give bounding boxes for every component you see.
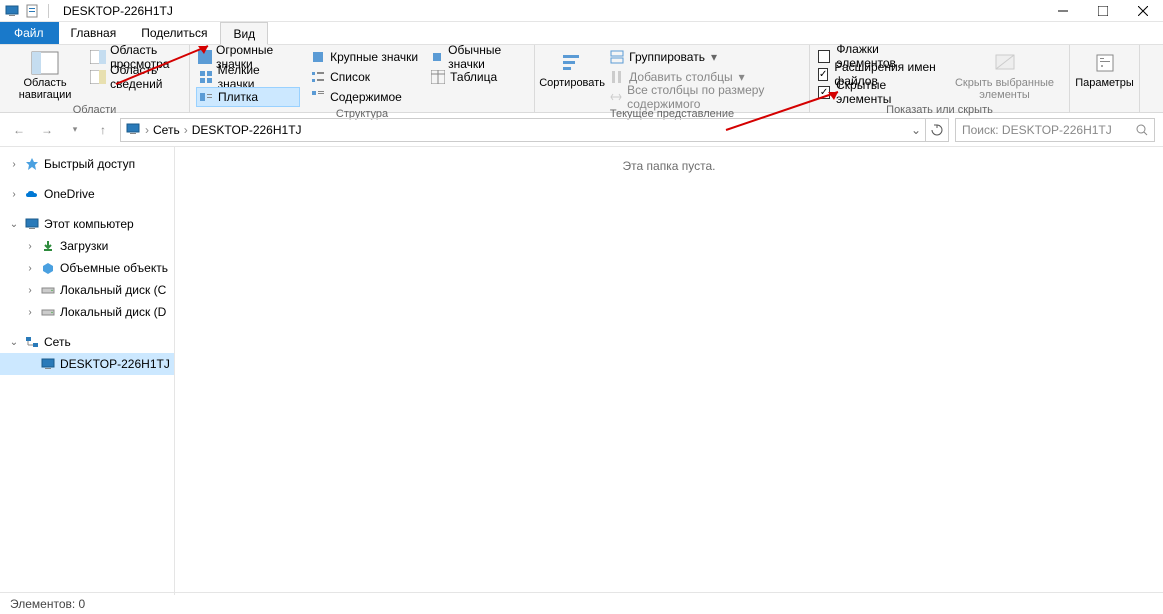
minimize-button[interactable] — [1043, 0, 1083, 22]
status-items: Элементов: 0 — [10, 597, 85, 611]
layout-large[interactable]: Крупные значки — [308, 47, 420, 67]
panes-group-label: Области — [6, 103, 183, 117]
cloud-icon — [24, 186, 40, 202]
breadcrumb[interactable]: › Сеть › DESKTOP-226H1TJ ⌄ — [120, 118, 926, 142]
computer-icon — [40, 356, 56, 372]
up-button[interactable]: ↑ — [92, 119, 114, 141]
maximize-button[interactable] — [1083, 0, 1123, 22]
computer-icon — [125, 122, 141, 138]
content-area: Эта папка пуста. — [175, 147, 1163, 595]
options-button[interactable]: Параметры — [1076, 47, 1133, 91]
tab-home[interactable]: Главная — [59, 22, 130, 44]
window-title: DESKTOP-226H1TJ — [63, 4, 173, 18]
star-icon — [24, 156, 40, 172]
drive-icon — [40, 282, 56, 298]
sidebar-this-pc[interactable]: ⌄ Этот компьютер — [0, 213, 174, 235]
options-icon — [1089, 49, 1121, 77]
addressbar: ← → ▾ ↑ › Сеть › DESKTOP-226H1TJ ⌄ Поиск… — [0, 113, 1163, 147]
search-input[interactable]: Поиск: DESKTOP-226H1TJ — [955, 118, 1155, 142]
sort-button[interactable]: Сортировать — [541, 47, 603, 91]
details-pane-icon — [90, 69, 106, 85]
layout-tiles[interactable]: Плитка — [196, 87, 300, 107]
sidebar-network[interactable]: ⌄ Сеть — [0, 331, 174, 353]
empty-folder-text: Эта папка пуста. — [623, 159, 716, 595]
sidebar-3d-objects[interactable]: › Объемные объекть — [0, 257, 174, 279]
downloads-icon — [40, 238, 56, 254]
search-icon — [1136, 124, 1148, 136]
tab-view[interactable]: Вид — [220, 22, 268, 45]
recent-button[interactable]: ▾ — [64, 119, 86, 141]
dropdown-icon[interactable]: ⌄ — [911, 123, 921, 137]
computer-icon — [24, 216, 40, 232]
close-button[interactable] — [1123, 0, 1163, 22]
layout-medium[interactable]: Обычные значки — [428, 47, 528, 67]
layout-content[interactable]: Содержимое — [308, 87, 420, 107]
layout-list[interactable]: Список — [308, 67, 420, 87]
breadcrumb-host[interactable]: DESKTOP-226H1TJ — [192, 123, 302, 137]
nav-pane-icon — [29, 49, 61, 77]
sort-icon — [556, 49, 588, 77]
hide-selected-button[interactable]: Скрыть выбранные элементы — [946, 47, 1063, 103]
back-button[interactable]: ← — [8, 119, 30, 141]
layout-small[interactable]: Мелкие значки — [196, 67, 300, 87]
tab-share[interactable]: Поделиться — [129, 22, 220, 44]
forward-button[interactable]: → — [36, 119, 58, 141]
sidebar-network-host[interactable]: DESKTOP-226H1TJ — [0, 353, 174, 375]
hide-icon — [989, 49, 1021, 77]
refresh-button[interactable] — [925, 118, 949, 142]
size-columns-button[interactable]: Все столбцы по размеру содержимого — [607, 87, 803, 107]
sidebar-local-c[interactable]: › Локальный диск (C — [0, 279, 174, 301]
show-group-label: Показать или скрыть — [816, 103, 1063, 117]
ribbon-tabs: Файл Главная Поделиться Вид — [0, 22, 1163, 45]
statusbar: Элементов: 0 — [0, 592, 1163, 614]
search-placeholder: Поиск: DESKTOP-226H1TJ — [962, 123, 1132, 137]
titlebar: DESKTOP-226H1TJ — [0, 0, 1163, 22]
nav-pane-button[interactable]: Область навигации — [6, 47, 84, 103]
sidebar-onedrive[interactable]: › OneDrive — [0, 183, 174, 205]
sidebar-local-d[interactable]: › Локальный диск (D — [0, 301, 174, 323]
drive-icon — [40, 304, 56, 320]
details-pane-button[interactable]: Область сведений — [88, 67, 183, 87]
sidebar-quick-access[interactable]: › Быстрый доступ — [0, 153, 174, 175]
sidebar-downloads[interactable]: › Загрузки — [0, 235, 174, 257]
cube-icon — [40, 260, 56, 276]
properties-icon[interactable] — [24, 3, 40, 19]
group-by-button[interactable]: Группировать▾ — [607, 47, 803, 67]
breadcrumb-network[interactable]: Сеть — [153, 123, 180, 137]
ribbon: Область навигации Область просмотра Обла… — [0, 45, 1163, 113]
layout-table[interactable]: Таблица — [428, 67, 528, 87]
sidebar: › Быстрый доступ › OneDrive ⌄ Этот компь… — [0, 147, 175, 595]
tab-file[interactable]: Файл — [0, 22, 59, 44]
preview-pane-icon — [90, 49, 106, 65]
computer-icon — [4, 3, 20, 19]
network-icon — [24, 334, 40, 350]
